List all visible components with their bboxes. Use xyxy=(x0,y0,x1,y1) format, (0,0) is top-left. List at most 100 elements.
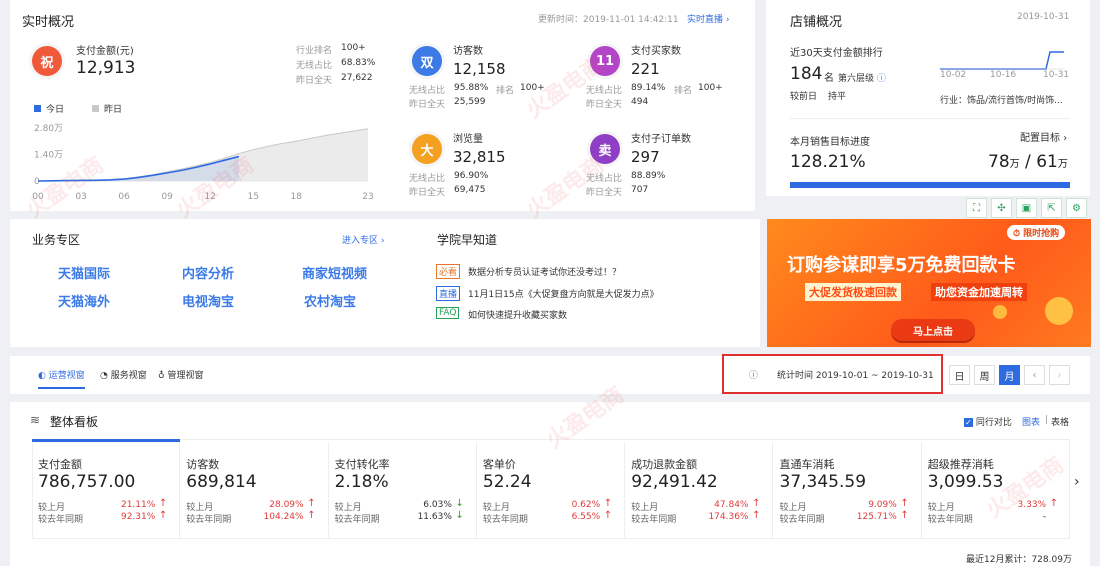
promo-banner[interactable]: ⏱ 限时抢购 订购参谋即享5万免费回款卡 大促发货极速回款 助您资金加速周转 马… xyxy=(767,219,1091,347)
buyers-icon: 11 xyxy=(590,46,620,76)
biz-tmall-overseas[interactable]: 天猫海外 xyxy=(58,291,110,310)
yoy-label: 较去年同期 xyxy=(38,515,84,525)
yoy-label: 较去年同期 xyxy=(927,515,973,525)
tab-operation[interactable]: ◐ 运营视窗 xyxy=(38,368,85,389)
tab-service-label: 服务视窗 xyxy=(110,371,147,381)
bell-icon: ♁ xyxy=(158,371,165,381)
arrow-down-icon: ↓ xyxy=(455,498,464,509)
info-icon: ⓘ xyxy=(749,371,759,381)
metric-value: 2.18% xyxy=(334,472,389,492)
metric-label: 支付转化率 xyxy=(334,458,390,471)
metric-label: 成功退款金额 xyxy=(631,458,698,471)
spark-label-1: 10-02 xyxy=(940,70,967,80)
expand-icon[interactable]: ✣ xyxy=(991,198,1012,218)
rank-sparkline xyxy=(940,51,1064,70)
view-tabs-bar: ◐ 运营视窗 ◔ 服务视窗 ♁ 管理视窗 ⓘ 统计时间 2019-10-01 ~… xyxy=(10,354,1090,394)
yoy-value: 125.71% xyxy=(856,512,897,522)
realtime-chart: 2.80万1.40万000 03 06 09 12 15 18 23 xyxy=(32,124,373,202)
academy-item-2[interactable]: 11月1日15点《大促复盘方向就是大促发力点》 xyxy=(468,287,659,300)
suborders-wireless: 88.89% xyxy=(631,171,666,181)
update-time: 更新时间：2019-11-01 14:42:11 xyxy=(538,15,679,25)
enter-zone-link[interactable]: 进入专区 › xyxy=(342,233,385,246)
pageviews-icon: 大 xyxy=(412,134,442,164)
academy-item-1[interactable]: 数据分析专员认证考试你还没考过！？ xyxy=(468,265,621,278)
tab-service[interactable]: ◔ 服务视窗 xyxy=(100,368,147,381)
biz-content-analysis[interactable]: 内容分析 xyxy=(182,263,234,282)
period-month[interactable]: 月 xyxy=(999,365,1020,385)
metric-label: 支付金额 xyxy=(38,458,82,471)
banner-cta[interactable]: 马上点击 xyxy=(891,319,975,341)
metric-tile[interactable]: 直通车消耗 37,345.59 较上月 9.09% ↑ 较去年同期 125.71% ↑ xyxy=(774,442,922,538)
shop-card: 店铺概况 2019-10-31 近30天支付金额排行 184 名 第六层级 ⓘ … xyxy=(766,0,1090,196)
buyers-rank-label: 排名 xyxy=(674,86,693,96)
target-progress-track xyxy=(790,182,1070,188)
live-link[interactable]: 实时直播 › xyxy=(687,12,730,25)
business-title: 业务专区 xyxy=(32,233,81,247)
period-day[interactable]: 日 xyxy=(949,365,970,385)
academy-tag-must: 必看 xyxy=(436,264,461,279)
arrow-up-icon: ↑ xyxy=(158,498,168,509)
stat-time-text: 统计时间 2019-10-01 ~ 2019-10-31 xyxy=(777,371,934,381)
legend-yday: 昨日 xyxy=(92,102,122,115)
academy-tag-faq: FAQ xyxy=(436,307,460,319)
arrow-up-icon: ↑ xyxy=(752,498,761,509)
spark-label-3: 10-31 xyxy=(1043,70,1070,80)
prev-value: 持平 xyxy=(828,92,847,102)
biz-rural-taobao[interactable]: 农村淘宝 xyxy=(304,291,356,310)
metric-tile[interactable]: 访客数 689,814 较上月 28.09% ↑ 较去年同期 104.24% ↑ xyxy=(180,442,329,538)
buyers-wireless: 89.14% xyxy=(631,83,666,93)
target-done: 78 xyxy=(988,152,1010,172)
save-icon[interactable]: ▣ xyxy=(1016,198,1037,218)
metric-tile[interactable]: 支付金额 786,757.00 较上月 21.11% ↑ 较去年同期 92.31% ↑ xyxy=(32,442,181,538)
settings-icon[interactable]: ⚙ xyxy=(1066,198,1087,218)
metric-tile[interactable]: 客单价 52.24 较上月 0.62% ↑ 较去年同期 6.55% ↑ xyxy=(477,442,626,538)
target-title: 本月销售目标进度 xyxy=(790,137,870,148)
x-tick-label: 12 xyxy=(204,192,215,202)
yoy-label: 较去年同期 xyxy=(779,515,825,525)
yoy-label: 较去年同期 xyxy=(482,515,528,525)
metric-value: 689,814 xyxy=(186,472,257,492)
period-week[interactable]: 周 xyxy=(974,365,995,385)
yoy-arrow: ↑ xyxy=(159,510,167,521)
pageviews-yday: 69,475 xyxy=(454,185,486,195)
pay-amount-icon: 祝 xyxy=(32,46,62,76)
next-period-button[interactable]: › xyxy=(1049,365,1070,385)
tiles-next-button[interactable]: › xyxy=(1074,474,1080,490)
x-tick-label: 23 xyxy=(362,192,373,202)
suborders-value: 297 xyxy=(631,148,660,166)
prev-period-button[interactable]: ‹ xyxy=(1024,365,1045,385)
arrow-up-icon: ↑ xyxy=(900,498,909,509)
config-target-link[interactable]: 配置目标 › xyxy=(1020,129,1067,144)
metric-tile[interactable]: 支付转化率 2.18% 较上月 6.03% ↓ 较去年同期 11.63% ↓ xyxy=(329,442,477,538)
mom-arrow: ↓ xyxy=(456,498,464,509)
visitors-rank: 100+ xyxy=(520,83,545,93)
biz-tv-taobao[interactable]: 电视淘宝 xyxy=(182,291,234,310)
metric-tile[interactable]: 成功退款金额 92,491.42 较上月 47.84% ↑ 较去年同期 174.36% ↑ xyxy=(625,442,774,538)
help-icon[interactable]: ⓘ xyxy=(877,74,886,84)
industry-rank-value: 100+ xyxy=(341,43,366,53)
x-tick-label: 15 xyxy=(247,192,258,202)
industry-rank-label: 行业排名 xyxy=(296,46,333,56)
share-icon[interactable]: ⇱ xyxy=(1041,198,1062,218)
chevron-right-icon: › xyxy=(380,236,385,246)
legend-yday-swatch xyxy=(92,105,99,112)
tab-management[interactable]: ♁ 管理视窗 xyxy=(158,368,203,381)
yday-value: 27,622 xyxy=(341,73,373,83)
eye-icon: ◐ xyxy=(38,371,46,381)
biz-tmall-intl[interactable]: 天猫国际 xyxy=(58,263,110,282)
academy-item-3[interactable]: 如何快速提升收藏买家数 xyxy=(468,308,567,321)
mom-value: 6.03% xyxy=(423,500,452,510)
biz-short-video[interactable]: 商家短视频 xyxy=(302,263,367,282)
shop-divider xyxy=(790,118,1070,119)
metric-tile[interactable]: 超级推荐消耗 3,099.53 较上月 3.33% ↑ 较去年同期 - xyxy=(922,442,1070,538)
chevron-right-icon: › xyxy=(1063,133,1068,144)
realtime-title: 实时概况 xyxy=(22,15,75,30)
buyers-rank: 100+ xyxy=(698,83,723,93)
yoy-arrow: ↑ xyxy=(307,510,315,521)
yoy-arrow: ↓ xyxy=(456,510,464,521)
config-target-label: 配置目标 xyxy=(1020,133,1060,144)
fullscreen-icon[interactable]: ⛶ xyxy=(966,198,987,218)
target-ratio: 78万 / 61万 xyxy=(988,152,1068,172)
banner-headline: 订购参谋即享5万免费回款卡 xyxy=(787,255,1016,276)
visitors-icon: 双 xyxy=(412,46,442,76)
